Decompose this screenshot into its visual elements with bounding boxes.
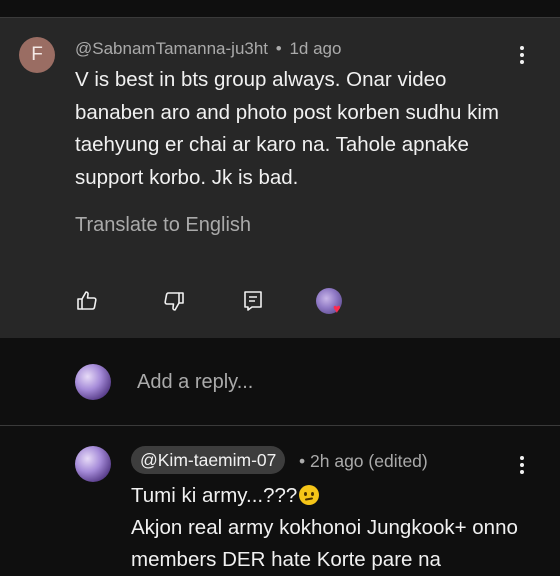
comment-author[interactable]: @SabnamTamanna-ju3ht <box>75 39 268 58</box>
add-reply-input[interactable]: Add a reply... <box>137 371 253 394</box>
comment-text: V is best in bts group always. Onar vide… <box>75 68 499 189</box>
comment-time: 1d ago <box>289 39 342 58</box>
worried-face-icon <box>299 485 320 505</box>
more-options-icon[interactable] <box>512 43 532 67</box>
meta-separator: • <box>275 39 282 58</box>
commenter-avatar[interactable]: F <box>19 37 55 73</box>
more-options-icon[interactable] <box>512 453 532 477</box>
reply-author-avatar[interactable] <box>75 446 111 482</box>
user-avatar <box>75 364 111 400</box>
comment-meta: @SabnamTamanna-ju3ht • 1d ago <box>75 39 341 59</box>
reply-meta: • 2h ago (edited) <box>299 451 428 472</box>
mention-chip[interactable]: @Kim-taemim-07 <box>131 446 286 474</box>
translate-button[interactable]: Translate to English <box>75 214 251 237</box>
thumb-down-icon[interactable] <box>160 287 188 315</box>
top-divider <box>0 0 560 18</box>
meta-separator: • <box>299 451 306 471</box>
reply-line-2: Akjon real army kokhonoi Jungkook+ onno … <box>131 516 518 571</box>
creator-heart-icon: ♥ <box>333 301 341 316</box>
reply-text: Tumi ki army...??? Akjon real army kokho… <box>131 480 541 576</box>
reply-time: 2h ago (edited) <box>310 451 428 471</box>
reply-comment-icon[interactable] <box>239 287 267 315</box>
section-divider <box>0 425 560 426</box>
thumb-up-icon[interactable] <box>73 287 101 315</box>
reply-line-1: Tumi ki army...??? <box>131 484 298 507</box>
